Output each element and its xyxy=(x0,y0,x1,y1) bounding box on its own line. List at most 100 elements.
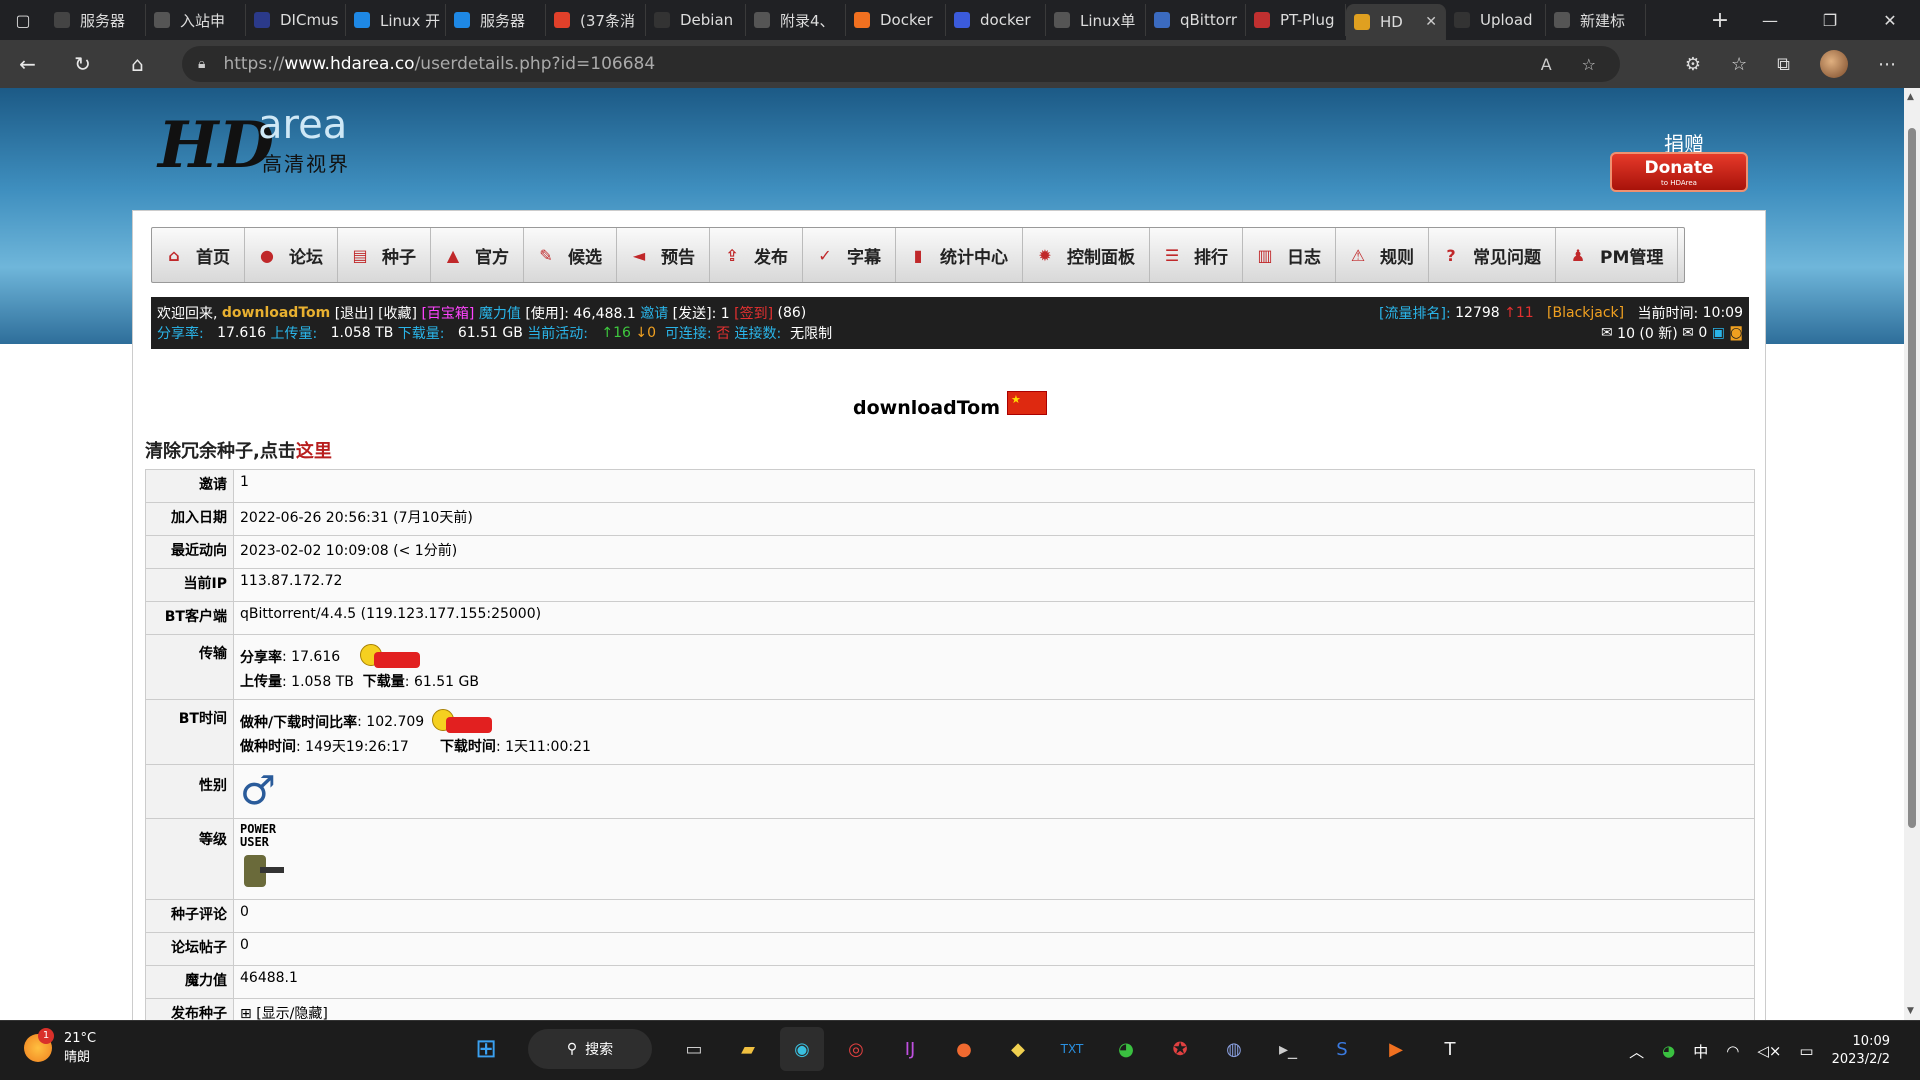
menu-item-12[interactable]: ▥ 日志 xyxy=(1243,228,1336,282)
menu-item-2[interactable]: ● 论坛 xyxy=(245,228,338,282)
profile-avatar[interactable] xyxy=(1820,50,1848,78)
start-button[interactable]: ⊞ xyxy=(464,1027,508,1071)
back-button[interactable]: ← xyxy=(0,52,55,76)
site-logo[interactable]: HD area 高清视界 xyxy=(158,102,370,192)
menu-item-13[interactable]: ⚠ 规则 xyxy=(1336,228,1429,282)
scroll-up-icon[interactable]: ▲ xyxy=(1907,92,1914,102)
browser-tab[interactable]: Docker xyxy=(846,4,946,36)
new-tab-button[interactable]: + xyxy=(1700,8,1740,33)
browser-tab[interactable]: PT-Plug xyxy=(1246,4,1346,36)
favorites-icon[interactable]: ☆ xyxy=(1731,54,1747,75)
close-window-button[interactable]: ✕ xyxy=(1860,11,1920,30)
intellij-icon[interactable]: IJ xyxy=(888,1027,932,1071)
browser-tab[interactable]: DICmus xyxy=(246,4,346,36)
browser-tab[interactable]: docker xyxy=(946,4,1046,36)
lock-icon[interactable]: 🔒︎ xyxy=(198,56,205,72)
scroll-down-icon[interactable]: ▼ xyxy=(1907,1006,1914,1016)
page-scrollbar[interactable]: ▲ ▼ xyxy=(1904,88,1920,1020)
chick-app-icon[interactable]: ◆ xyxy=(996,1027,1040,1071)
bookmark-icon[interactable]: ▣ xyxy=(1712,325,1725,341)
minimize-button[interactable]: — xyxy=(1740,11,1800,30)
active-up[interactable]: ↑16 xyxy=(601,325,631,341)
collections-icon[interactable]: ⧉ xyxy=(1777,54,1790,75)
more-menu-icon[interactable]: ⋯ xyxy=(1878,54,1896,75)
wifi-icon[interactable]: ◠ xyxy=(1726,1042,1739,1060)
browser-tab[interactable]: HD ✕ xyxy=(1346,4,1446,40)
inbox-icon[interactable]: ✉ xyxy=(1682,325,1694,341)
favorites-link[interactable]: [收藏] xyxy=(378,303,417,323)
browser-tab[interactable]: Debian xyxy=(646,4,746,36)
menu-item-10[interactable]: ✹ 控制面板 xyxy=(1023,228,1150,282)
menu-item-15[interactable]: ♟ PM管理 xyxy=(1556,228,1679,282)
wechat-tray-icon[interactable]: ◕ xyxy=(1662,1042,1675,1060)
browser-tab[interactable]: 入站申 xyxy=(146,4,246,36)
text-editor-icon[interactable]: TXT xyxy=(1050,1027,1094,1071)
browser-tab[interactable]: Upload xyxy=(1446,4,1546,36)
browser-tab[interactable]: Linux 开 xyxy=(346,4,446,36)
clock[interactable]: 10:09 2023/2/2 xyxy=(1832,1033,1890,1069)
invite-send-link[interactable]: [发送]: 1 xyxy=(673,303,730,323)
chrome-icon[interactable]: ◎ xyxy=(834,1027,878,1071)
magic-use-link[interactable]: [使用]: 46,488.1 xyxy=(525,303,635,323)
menu-item-3[interactable]: ▤ 种子 xyxy=(338,228,431,282)
menu-item-9[interactable]: ▮ 统计中心 xyxy=(896,228,1023,282)
browser-tab[interactable]: (37条消 xyxy=(546,4,646,36)
url-field[interactable]: 🔒︎ https://www.hdarea.co/userdetails.php… xyxy=(182,46,1620,82)
postman-icon[interactable]: ● xyxy=(942,1027,986,1071)
menu-item-7[interactable]: ⇪ 发布 xyxy=(710,228,803,282)
scrollbar-thumb[interactable] xyxy=(1908,128,1916,828)
tab-actions-icon[interactable]: ▢ xyxy=(0,0,46,40)
orange-app-icon[interactable]: ▶ xyxy=(1374,1027,1418,1071)
browser-tab[interactable]: 服务器 xyxy=(46,4,146,36)
wechat-icon[interactable]: ◕ xyxy=(1104,1027,1148,1071)
terminal-icon[interactable]: ▸_ xyxy=(1266,1027,1310,1071)
file-explorer-icon[interactable]: ▰ xyxy=(726,1027,770,1071)
message-icon[interactable]: ✉ xyxy=(1601,325,1613,341)
favorite-star-icon[interactable]: ☆ xyxy=(1582,55,1596,74)
browser-tab[interactable]: 新建标 xyxy=(1546,4,1646,36)
home-button[interactable]: ⌂ xyxy=(110,52,165,76)
search-button[interactable]: ⚲ 搜索 xyxy=(528,1029,652,1069)
volume-icon[interactable]: ◁× xyxy=(1757,1042,1781,1060)
cleanup-link[interactable]: 这里 xyxy=(296,441,332,462)
toggle-published-link[interactable]: [显示/隐藏] xyxy=(256,1006,328,1020)
close-tab-icon[interactable]: ✕ xyxy=(1425,14,1437,30)
donate-button[interactable]: Donate to HDArea xyxy=(1610,152,1748,192)
toolbox-link[interactable]: [百宝箱] xyxy=(421,303,474,323)
main-content: ⌂ 首页 ● 论坛 ▤ 种子 ▲ 官方 ✎ 候选 ◄ 预告 ⇪ 发布 ✓ 字幕 ▮ 统计中心 ✹ 控制面板 ☰ 排行 ▥ 日志… xyxy=(132,210,1766,1020)
blue-app-icon[interactable]: S xyxy=(1320,1027,1364,1071)
menu-item-1[interactable]: ⌂ 首页 xyxy=(152,228,245,282)
extensions-icon[interactable]: ⚙ xyxy=(1685,54,1701,75)
expand-icon[interactable]: ⊞ xyxy=(240,1006,252,1020)
ime-indicator[interactable]: 中 xyxy=(1693,1041,1708,1062)
wps-icon[interactable]: ✪ xyxy=(1158,1027,1202,1071)
rss-icon[interactable]: ◙ xyxy=(1729,325,1743,341)
refresh-button[interactable]: ↻ xyxy=(55,52,110,76)
battery-icon[interactable]: ▭ xyxy=(1799,1042,1813,1060)
blackjack-link[interactable]: [Blackjack] xyxy=(1547,305,1624,321)
messages-count[interactable]: 10 (0 新) xyxy=(1617,323,1678,343)
browser-app-icon[interactable]: ◍ xyxy=(1212,1027,1256,1071)
checkin-link[interactable]: [签到] xyxy=(734,303,773,323)
menu-item-11[interactable]: ☰ 排行 xyxy=(1150,228,1243,282)
read-aloud-icon[interactable]: A xyxy=(1541,55,1552,74)
weather-widget[interactable]: 1 21°C 晴朗 xyxy=(24,1028,96,1065)
browser-tab[interactable]: qBittorr xyxy=(1146,4,1246,36)
browser-tab[interactable]: Linux单 xyxy=(1046,4,1146,36)
inbox-count[interactable]: 0 xyxy=(1698,325,1707,341)
menu-item-14[interactable]: ? 常见问题 xyxy=(1429,228,1556,282)
menu-item-5[interactable]: ✎ 候选 xyxy=(524,228,617,282)
edge-browser-icon[interactable]: ◉ xyxy=(780,1027,824,1071)
typora-icon[interactable]: T xyxy=(1428,1027,1472,1071)
task-view-icon[interactable]: ▭ xyxy=(672,1027,716,1071)
browser-tab[interactable]: 附录4、 xyxy=(746,4,846,36)
menu-item-8[interactable]: ✓ 字幕 xyxy=(803,228,896,282)
active-down[interactable]: ↓0 xyxy=(635,325,656,341)
logout-link[interactable]: [退出] xyxy=(335,303,374,323)
tray-overflow-icon[interactable]: ︿ xyxy=(1629,1041,1644,1062)
restore-button[interactable]: ❐ xyxy=(1800,11,1860,30)
menu-item-6[interactable]: ◄ 预告 xyxy=(617,228,710,282)
welcome-username-link[interactable]: downloadTom xyxy=(222,305,330,321)
browser-tab[interactable]: 服务器 xyxy=(446,4,546,36)
menu-item-4[interactable]: ▲ 官方 xyxy=(431,228,524,282)
